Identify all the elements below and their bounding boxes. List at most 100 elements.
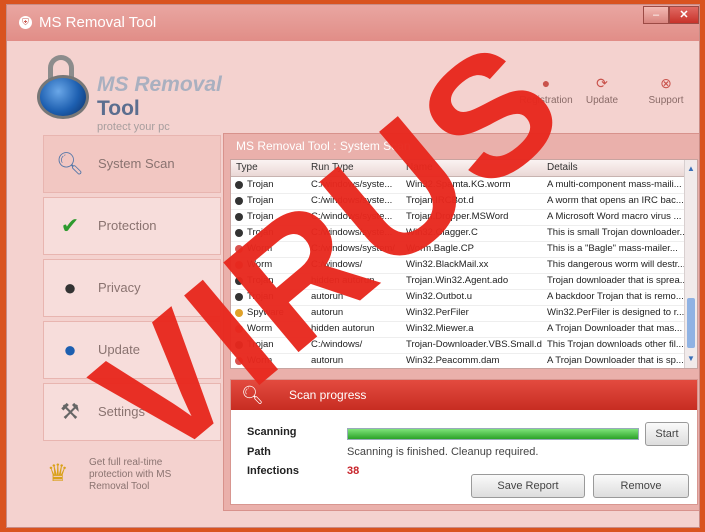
cell-run-type: C:/windows/	[311, 339, 363, 350]
table-row[interactable]: Worm C:/windows/Win32.BlackMail.xx This da…	[231, 257, 687, 274]
cell-run-type: C:/windows/syste...	[311, 195, 393, 206]
promo-text: Get full real-time protection with MS Re…	[89, 457, 172, 492]
cell-name: Trojan.IRCBot.d	[406, 195, 474, 206]
cell-run-type: C:/windows/syste...	[311, 179, 393, 190]
scanning-label: Scanning	[247, 426, 297, 438]
table-row[interactable]: Trojan hidden autorun Trojan.Win32.Agent.a…	[231, 273, 687, 290]
scan-progress-panel: 🔍︎ Scan progress Scanning Start Path Sca…	[230, 379, 698, 505]
table-row[interactable]: Worm autorun Win32.Peacomm.dam A Trojan Dow…	[231, 353, 687, 368]
sidebar-item-settings[interactable]: ⚒ Settings	[43, 383, 221, 441]
threat-icon	[235, 245, 243, 253]
cell-run-type: autorun	[311, 355, 344, 366]
cell-details: Win32.PerFiler is designed to r...	[547, 307, 685, 318]
promo-banner[interactable]: ♛ Get full real-time protection with MS …	[43, 455, 221, 503]
brand-name-line1: MS Removal	[97, 73, 222, 96]
threat-icon	[235, 181, 243, 189]
cell-details: A backdoor Trojan that is remo...	[547, 291, 684, 302]
cell-type: Spyware	[247, 307, 284, 318]
remove-button[interactable]: Remove	[593, 474, 689, 498]
spy-icon: ●	[63, 275, 77, 300]
cell-details: This is a "Bagle" mass-mailer...	[547, 243, 678, 254]
table-row[interactable]: Trojan C:/windows/syste... Trojan.IRCBot.d…	[231, 193, 687, 210]
sidebar-item-protection[interactable]: ✔ Protection	[43, 197, 221, 255]
cell-name: Win32.Peacomm.dam	[406, 355, 500, 366]
system-scan-panel: MS Removal Tool : System Scan Type Run T…	[223, 133, 699, 511]
scan-progress-bar	[347, 428, 639, 440]
table-row[interactable]: Worm C:/windows/system/Worm.Bagle.CP This …	[231, 241, 687, 258]
scan-progress-title: Scan progress	[289, 388, 367, 402]
threat-icon	[235, 197, 243, 205]
column-header-run-type[interactable]: Run Type	[311, 162, 354, 173]
scroll-up-icon[interactable]: ▲	[685, 162, 697, 176]
scan-progress-fill	[348, 429, 638, 439]
cell-type: Trojan	[247, 275, 274, 286]
support-button[interactable]: ⊗ Support	[631, 75, 699, 106]
sidebar-item-system-scan[interactable]: 🔍︎ System Scan	[43, 135, 221, 193]
cell-details: This dangerous worm will destr...	[547, 259, 685, 270]
cell-type: Worm	[247, 355, 273, 366]
cell-details: Trojan downloader that is sprea...	[547, 275, 685, 286]
cell-name: Trojan.Win32.Agent.ado	[406, 275, 509, 286]
panel-title: MS Removal Tool : System Scan	[236, 139, 411, 153]
cell-name: Win32.Outbot.u	[406, 291, 473, 302]
cell-type: Worm	[247, 323, 273, 334]
cell-run-type: C:/windows/syste...	[311, 211, 393, 222]
threat-icon	[235, 309, 243, 317]
threat-icon	[235, 261, 243, 269]
brand-tagline: protect your pc	[97, 121, 170, 133]
path-label: Path	[247, 446, 271, 458]
close-button[interactable]: ✕	[669, 6, 699, 24]
sidebar-item-label: Privacy	[98, 280, 141, 295]
column-header-name[interactable]: Name	[406, 162, 433, 173]
path-value: Scanning is finished. Cleanup required.	[347, 446, 539, 458]
table-row[interactable]: Trojan autorun Win32.Outbot.u A backdoor Tr…	[231, 289, 687, 306]
trophy-icon: ♛	[47, 460, 69, 487]
refresh-icon: ⟳	[596, 75, 608, 91]
update-top-button[interactable]: ⟳ Update	[567, 75, 637, 106]
cell-details: A multi-component mass-maili...	[547, 179, 682, 190]
cell-name: Trojan.Dropper.MSWord	[406, 211, 509, 222]
window-title: MS Removal Tool	[39, 14, 157, 31]
cell-details: This Trojan downloads other fil...	[547, 339, 684, 350]
app-window: ⛨ MS Removal Tool – ✕ MS Removal Tool pr…	[6, 4, 700, 528]
threat-icon	[235, 341, 243, 349]
threat-icon	[235, 325, 243, 333]
scroll-down-icon[interactable]: ▼	[685, 352, 697, 366]
table-row[interactable]: Trojan C:/windows/syste... Win32.Spamta.KG…	[231, 177, 687, 194]
lock-globe-logo	[37, 55, 89, 119]
cell-name: Win32.PerFiler	[406, 307, 469, 318]
sidebar-item-update[interactable]: ● Update	[43, 321, 221, 379]
infections-label: Infections	[247, 465, 299, 477]
title-bar: ⛨ MS Removal Tool – ✕	[7, 5, 699, 41]
save-report-button[interactable]: Save Report	[471, 474, 585, 498]
column-header-details[interactable]: Details	[547, 162, 578, 173]
table-row[interactable]: Trojan C:/windows/syste... Win32.Clagger.C…	[231, 225, 687, 242]
cell-type: Trojan	[247, 339, 274, 350]
cell-details: This is small Trojan downloader...	[547, 227, 685, 238]
cell-name: Win32.Miewer.a	[406, 323, 474, 334]
threat-icon	[235, 357, 243, 365]
update-top-label: Update	[585, 95, 619, 106]
cell-name: Win32.BlackMail.xx	[406, 259, 489, 270]
column-header-type[interactable]: Type	[236, 162, 258, 173]
table-scrollbar[interactable]: ▲ ▼	[684, 160, 697, 368]
wrench-icon: ⚒	[60, 399, 80, 424]
table-row[interactable]: Trojan C:/windows/Trojan-Downloader.VBS.S…	[231, 337, 687, 354]
table-row[interactable]: Trojan C:/windows/syste... Trojan.Dropper.…	[231, 209, 687, 226]
threat-icon	[235, 277, 243, 285]
user-icon: ●	[541, 75, 551, 91]
cell-type: Trojan	[247, 211, 274, 222]
sidebar-item-label: Protection	[98, 218, 157, 233]
magnifier-icon: 🔍︎	[56, 151, 84, 176]
sidebar-item-privacy[interactable]: ● Privacy	[43, 259, 221, 317]
cell-run-type: C:/windows/	[311, 259, 363, 270]
scroll-thumb[interactable]	[687, 298, 695, 348]
minimize-button[interactable]: –	[643, 6, 669, 24]
start-button[interactable]: Start	[645, 422, 689, 446]
table-row[interactable]: Worm hidden autorun Win32.Miewer.a A Trojan…	[231, 321, 687, 338]
cell-details: A Trojan Downloader that is sp...	[547, 355, 684, 366]
table-row[interactable]: Spyware autorun Win32.PerFiler Win32.PerFil…	[231, 305, 687, 322]
cell-name: Worm.Bagle.CP	[406, 243, 474, 254]
cell-type: Worm	[247, 243, 273, 254]
cell-run-type: C:/windows/syste...	[311, 227, 393, 238]
